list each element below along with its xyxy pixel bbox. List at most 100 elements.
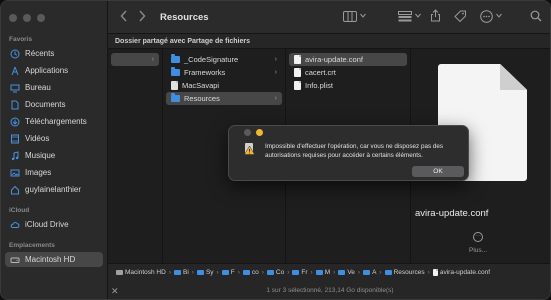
- dialog-minimize-button[interactable]: [256, 129, 263, 136]
- back-button[interactable]: [120, 10, 128, 22]
- sidebar-item-documents[interactable]: Documents: [5, 97, 103, 112]
- list-item[interactable]: _CodeSignature ›: [166, 53, 282, 66]
- warning-icon: [242, 141, 257, 156]
- item-label: MacSavapi: [182, 81, 220, 90]
- path-item[interactable]: Macintosh HD: [116, 269, 166, 276]
- list-item[interactable]: Info.plist: [289, 79, 407, 92]
- dialog-close-button[interactable]: [244, 129, 251, 136]
- list-item[interactable]: avira-update.conf: [289, 53, 407, 66]
- path-label: Co: [275, 269, 285, 276]
- sidebar-item-label: Vidéos: [25, 134, 50, 143]
- path-item[interactable]: Resources: [384, 269, 425, 276]
- music-icon: [10, 150, 20, 161]
- film-icon: [10, 134, 20, 144]
- folder-icon: [363, 270, 371, 275]
- group-button[interactable]: [398, 11, 412, 22]
- group-chevron[interactable]: [415, 13, 421, 18]
- tags-button[interactable]: [454, 10, 467, 22]
- chevron-left-icon: [120, 10, 128, 22]
- view-columns-button[interactable]: [343, 11, 357, 22]
- folder-icon: [266, 270, 274, 275]
- path-item[interactable]: Sy: [196, 269, 214, 276]
- list-item[interactable]: Resources ›: [166, 92, 282, 105]
- ellipsis-circle-icon: [480, 10, 493, 23]
- close-icon[interactable]: ✕: [111, 281, 119, 299]
- path-separator: ›: [168, 269, 171, 276]
- view-options-chevron[interactable]: [360, 13, 366, 18]
- list-item[interactable]: ›: [111, 53, 159, 66]
- item-label: cacert.crt: [305, 68, 336, 77]
- zoom-window-button[interactable]: [37, 14, 45, 22]
- forward-button[interactable]: [138, 10, 146, 22]
- path-item[interactable]: co: [242, 269, 259, 276]
- sidebar-item-home[interactable]: guylainelanthier: [5, 182, 103, 197]
- toolbar: Resources: [108, 1, 550, 34]
- sidebar-item-label: Images: [25, 168, 52, 177]
- file-icon: [294, 55, 301, 64]
- chevron-down-icon: [496, 13, 502, 18]
- sidebar-item-label: Documents: [25, 100, 66, 109]
- minimize-window-button[interactable]: [23, 14, 31, 22]
- sidebar-item-label: Téléchargements: [25, 117, 87, 126]
- sidebar-item-videos[interactable]: Vidéos: [5, 131, 103, 146]
- home-icon: [10, 185, 20, 195]
- folder-icon: [242, 270, 250, 275]
- folder-icon: [174, 270, 181, 275]
- disk-icon: [10, 255, 20, 265]
- sidebar-item-applications[interactable]: Applications: [5, 63, 103, 78]
- path-item[interactable]: M: [315, 269, 330, 276]
- share-button[interactable]: [430, 9, 441, 22]
- certificate-icon: [294, 68, 301, 77]
- photo-icon: [10, 168, 20, 178]
- sidebar-item-images[interactable]: Images: [5, 165, 103, 180]
- sidebar: Favoris Récents Applications Bureau Docu…: [1, 1, 108, 299]
- sidebar-item-label: Récents: [25, 49, 55, 58]
- list-item[interactable]: MacSavapi: [166, 79, 282, 92]
- path-separator: ›: [261, 269, 264, 276]
- file-icon: [294, 81, 301, 90]
- path-item[interactable]: Ve: [338, 269, 355, 276]
- path-label: Bi: [183, 269, 189, 276]
- browser-column-1[interactable]: ›: [108, 49, 163, 263]
- path-item[interactable]: Fr: [292, 269, 308, 276]
- search-icon: [530, 10, 542, 22]
- path-label: avira-update.conf: [439, 269, 491, 276]
- path-item[interactable]: Co: [266, 269, 285, 276]
- ok-button[interactable]: OK: [412, 166, 464, 177]
- path-separator: ›: [357, 269, 361, 276]
- grid-icon: [398, 11, 412, 22]
- clock-icon: [10, 49, 20, 59]
- search-button[interactable]: [530, 10, 542, 22]
- window-controls: [9, 14, 45, 22]
- item-label: Info.plist: [305, 81, 333, 90]
- chevron-right-icon: ›: [274, 95, 277, 102]
- sidebar-item-music[interactable]: Musique: [5, 148, 103, 163]
- path-label: Sy: [205, 269, 214, 276]
- sidebar-item-icloud-drive[interactable]: iCloud Drive: [5, 217, 103, 232]
- path-item[interactable]: Bi: [174, 269, 189, 276]
- actions-button[interactable]: [480, 10, 493, 23]
- finder-window: Favoris Récents Applications Bureau Docu…: [0, 0, 551, 300]
- sidebar-item-desktop[interactable]: Bureau: [5, 80, 103, 95]
- list-item[interactable]: Frameworks ›: [166, 66, 282, 79]
- folder-icon: [196, 270, 204, 275]
- folder-icon: [171, 67, 180, 76]
- sidebar-item-macintosh-hd[interactable]: Macintosh HD: [5, 252, 103, 267]
- more-icon[interactable]: ···: [473, 232, 483, 242]
- sidebar-item-recents[interactable]: Récents: [5, 46, 103, 61]
- path-item[interactable]: avira-update.conf: [432, 269, 491, 276]
- more-button[interactable]: Plus...: [469, 247, 487, 254]
- disk-icon: [116, 270, 123, 275]
- sidebar-item-label: Bureau: [25, 83, 51, 92]
- path-item[interactable]: F: [221, 269, 235, 276]
- applications-icon: [10, 66, 20, 76]
- document-icon: [10, 100, 20, 110]
- download-icon: [10, 117, 20, 127]
- sidebar-section-icloud: iCloud: [9, 207, 30, 214]
- close-window-button[interactable]: [9, 14, 17, 22]
- list-item[interactable]: cacert.crt: [289, 66, 407, 79]
- columns-view-icon: [343, 11, 357, 22]
- sidebar-item-downloads[interactable]: Téléchargements: [5, 114, 103, 129]
- actions-chevron[interactable]: [496, 13, 502, 18]
- path-item[interactable]: A: [363, 269, 376, 276]
